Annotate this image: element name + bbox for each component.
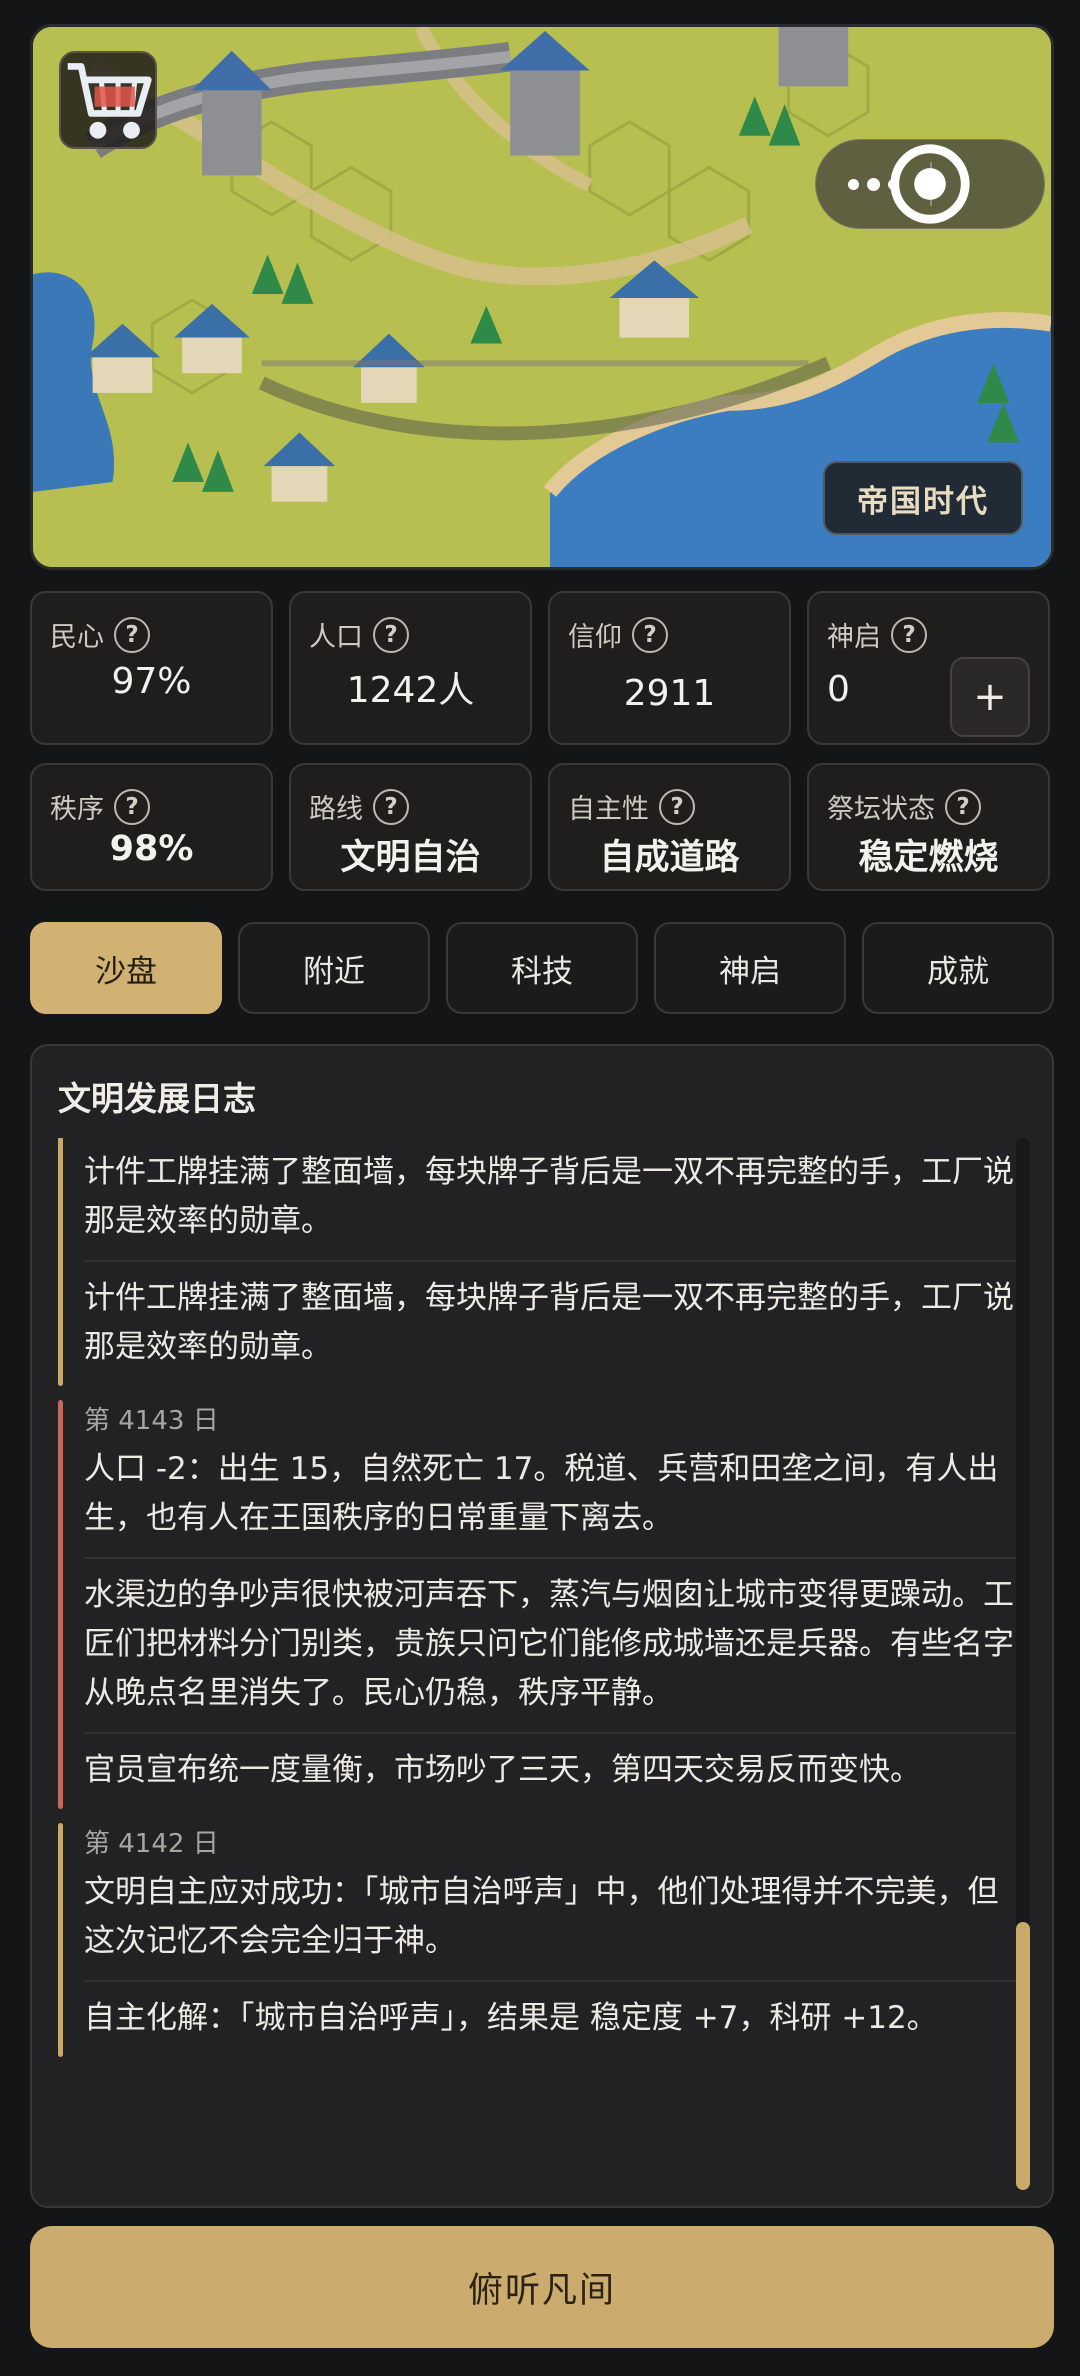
stat-label: 人口 ? bbox=[309, 615, 409, 654]
stat-label: 祭坛状态 ? bbox=[827, 787, 981, 826]
entry-marker bbox=[58, 1138, 63, 1386]
help-icon[interactable]: ? bbox=[891, 616, 927, 653]
stat-label: 自主性 ? bbox=[568, 787, 695, 826]
entry-marker bbox=[58, 1400, 63, 1809]
miniprogram-capsule bbox=[815, 139, 1045, 229]
stat-value: 文明自治 bbox=[340, 838, 481, 878]
stat-label-text: 自主性 bbox=[568, 794, 649, 825]
log-paragraph: 人口 -2：出生 15，自然死亡 17。税道、兵营和田垄之间，有人出生，也有人在… bbox=[84, 1451, 999, 1536]
stat-label-text: 信仰 bbox=[568, 622, 622, 653]
stat-value: 98% bbox=[109, 829, 194, 869]
shopping-cart-icon bbox=[67, 63, 152, 139]
help-icon[interactable]: ? bbox=[945, 788, 981, 825]
stat-card-zizhu: 自主性 ? 自成道路 bbox=[548, 763, 791, 891]
stat-label-text: 祭坛状态 bbox=[827, 794, 935, 825]
listen-to-world-button[interactable]: 俯听凡间 bbox=[30, 2226, 1054, 2348]
help-icon[interactable]: ? bbox=[114, 616, 150, 653]
log-paragraph: 文明自主应对成功：「城市自治呼声」中，他们处理得并不完美，但这次记忆不会完全归于… bbox=[84, 1874, 999, 1959]
stat-label-text: 神启 bbox=[827, 622, 881, 653]
stat-card-renkou: 人口 ? 1242人 bbox=[289, 591, 532, 745]
stat-value: 1242人 bbox=[346, 670, 475, 711]
log-scrollbar[interactable] bbox=[1016, 1138, 1030, 2190]
civilization-log-panel: 文明发展日志 计件工牌挂满了整面墙，每块牌子背后是一双不再完整的手，工厂说那是效… bbox=[30, 1044, 1054, 2208]
target-icon bbox=[890, 144, 970, 224]
log-scroll-area[interactable]: 计件工牌挂满了整面墙，每块牌子背后是一双不再完整的手，工厂说那是效率的勋章。 计… bbox=[58, 1138, 1018, 2190]
log-paragraph: 计件工牌挂满了整面墙，每块牌子背后是一双不再完整的手，工厂说那是效率的勋章。 bbox=[84, 1260, 1018, 1386]
help-icon[interactable]: ? bbox=[632, 616, 668, 653]
close-miniprogram-button[interactable] bbox=[890, 139, 1044, 229]
era-badge: 帝国时代 bbox=[823, 461, 1023, 535]
stat-label-text: 秩序 bbox=[50, 794, 104, 825]
stat-label: 民心 ? bbox=[50, 615, 150, 654]
log-paragraph: 官员宣布统一度量衡，市场吵了三天，第四天交易反而变快。 bbox=[84, 1732, 1018, 1809]
tab-nearby[interactable]: 附近 bbox=[238, 922, 430, 1014]
add-revelation-button[interactable]: + bbox=[950, 657, 1030, 737]
log-title: 文明发展日志 bbox=[58, 1079, 256, 1118]
help-icon[interactable]: ? bbox=[373, 616, 409, 653]
tab-revelation[interactable]: 神启 bbox=[654, 922, 846, 1014]
stat-value: 97% bbox=[111, 661, 192, 702]
stat-value: 稳定燃烧 bbox=[858, 838, 999, 878]
stat-card-jitan: 祭坛状态 ? 稳定燃烧 bbox=[807, 763, 1050, 891]
stat-card-xinyang: 信仰 ? 2911 bbox=[548, 591, 791, 745]
log-paragraph: 自主化解：「城市自治呼声」，结果是 稳定度 +7，科研 +12。 bbox=[84, 1980, 1018, 2057]
log-day: 第 4143 日 bbox=[84, 1406, 219, 1436]
stat-value: 2911 bbox=[623, 673, 716, 714]
sandbox-map[interactable]: 帝国时代 bbox=[30, 24, 1054, 570]
help-icon[interactable]: ? bbox=[373, 788, 409, 825]
help-icon[interactable]: ? bbox=[659, 788, 695, 825]
log-paragraph: 水渠边的争吵声很快被河声吞下，蒸汽与烟囱让城市变得更躁动。工匠们把材料分门别类，… bbox=[84, 1557, 1018, 1732]
stat-card-luxian: 路线 ? 文明自治 bbox=[289, 763, 532, 891]
stat-label-text: 民心 bbox=[50, 622, 104, 653]
stat-label: 秩序 ? bbox=[50, 787, 150, 826]
log-entry: 计件工牌挂满了整面墙，每块牌子背后是一双不再完整的手，工厂说那是效率的勋章。 计… bbox=[58, 1138, 1018, 1386]
entry-marker bbox=[58, 1823, 63, 2057]
tab-sandbox[interactable]: 沙盘 bbox=[30, 922, 222, 1014]
stat-label: 神启 ? bbox=[827, 615, 927, 654]
log-entry: 第 4142 日 文明自主应对成功：「城市自治呼声」中，他们处理得并不完美，但这… bbox=[58, 1823, 1018, 2057]
stat-label-text: 路线 bbox=[309, 794, 363, 825]
stat-card-shenqi: 神启 ? 0 + bbox=[807, 591, 1050, 745]
stat-card-zhixu: 秩序 ? 98% bbox=[30, 763, 273, 891]
log-day: 第 4142 日 bbox=[84, 1829, 219, 1859]
stat-label: 路线 ? bbox=[309, 787, 409, 826]
stat-value: 自成道路 bbox=[599, 838, 740, 878]
tab-achievements[interactable]: 成就 bbox=[862, 922, 1054, 1014]
log-entry: 第 4143 日 人口 -2：出生 15，自然死亡 17。税道、兵营和田垄之间，… bbox=[58, 1400, 1018, 1809]
stat-label: 信仰 ? bbox=[568, 615, 668, 654]
log-paragraph: 计件工牌挂满了整面墙，每块牌子背后是一双不再完整的手，工厂说那是效率的勋章。 bbox=[84, 1138, 1018, 1260]
stat-card-minxin: 民心 ? 97% bbox=[30, 591, 273, 745]
tab-technology[interactable]: 科技 bbox=[446, 922, 638, 1014]
help-icon[interactable]: ? bbox=[114, 788, 150, 825]
log-scrollbar-thumb[interactable] bbox=[1016, 1922, 1030, 2190]
stat-label-text: 人口 bbox=[309, 622, 363, 653]
shop-button[interactable] bbox=[59, 51, 157, 149]
